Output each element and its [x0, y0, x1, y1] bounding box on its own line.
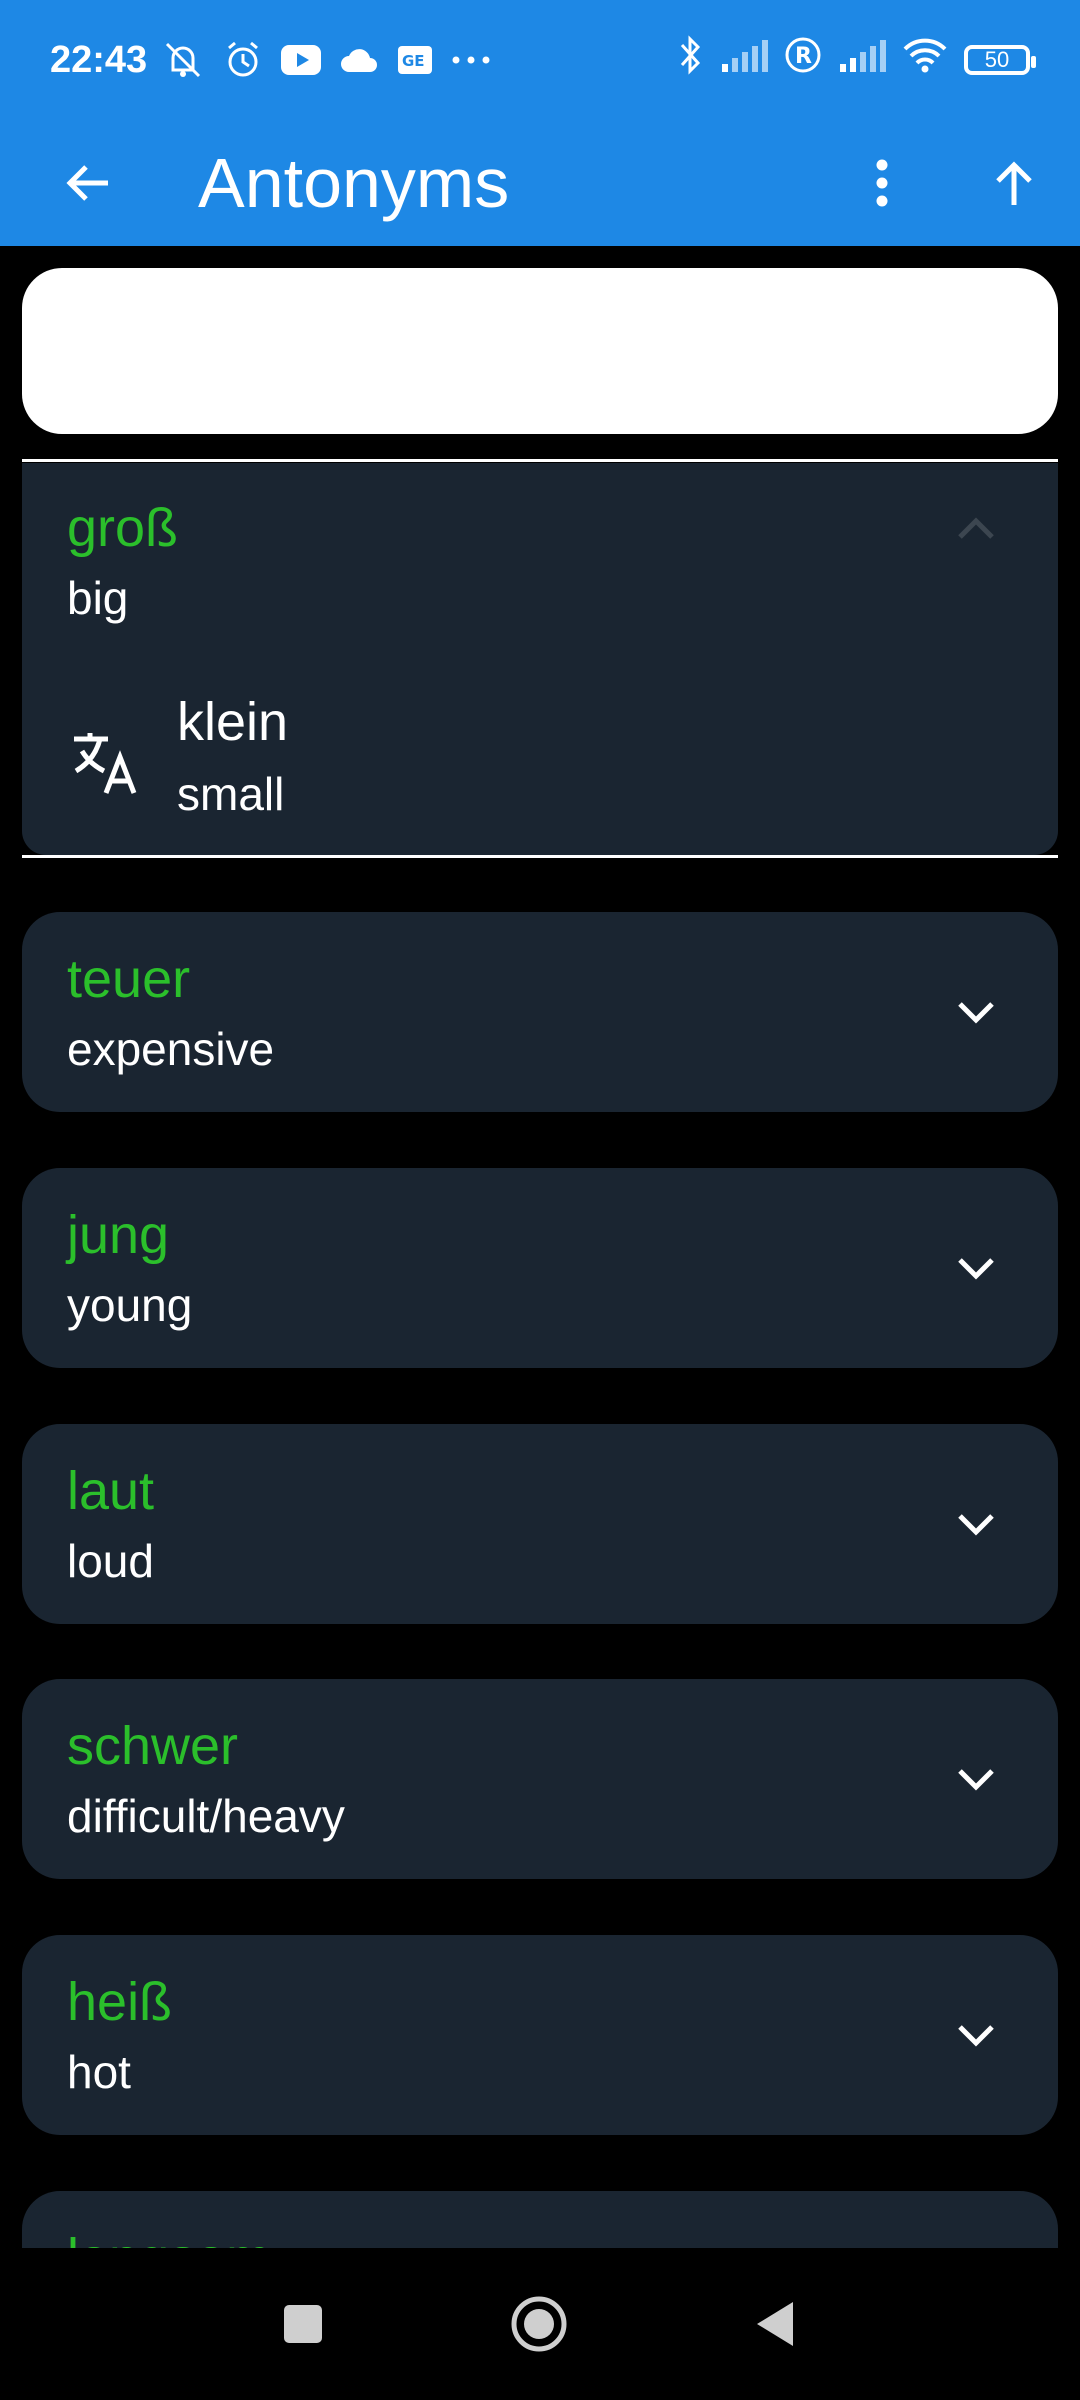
- antonym-meaning: small: [177, 768, 285, 820]
- triangle-back-icon: [757, 2302, 793, 2346]
- chevron-down-icon: [958, 1002, 994, 1024]
- list-item[interactable]: heiß hot: [22, 1935, 1058, 2135]
- divider-top: [22, 459, 1058, 462]
- list-item[interactable]: langsam: [22, 2191, 1058, 2248]
- search-input[interactable]: [22, 268, 1058, 434]
- chevron-down-icon: [958, 2025, 994, 2047]
- collapse-button[interactable]: [946, 499, 1006, 559]
- back-nav-button[interactable]: [735, 2284, 815, 2364]
- chevron-up-icon: [958, 517, 994, 539]
- expand-button[interactable]: [946, 1494, 1006, 1554]
- list-item[interactable]: laut loud: [22, 1424, 1058, 1624]
- expand-button[interactable]: [946, 2005, 1006, 2065]
- list-item[interactable]: schwer difficult/heavy: [22, 1679, 1058, 1879]
- item-word: heiß: [67, 1972, 173, 2032]
- list-item[interactable]: teuer expensive: [22, 912, 1058, 1112]
- item-word: jung: [67, 1205, 170, 1265]
- list-item[interactable]: jung young: [22, 1168, 1058, 1368]
- item-word: laut: [67, 1461, 155, 1521]
- antonym-word: klein: [177, 692, 289, 752]
- divider-bottom: [22, 855, 1058, 858]
- list-item-expanded[interactable]: groß big klein small: [22, 463, 1058, 855]
- square-icon: [284, 2305, 322, 2343]
- chevron-down-icon: [958, 1514, 994, 1536]
- recents-button[interactable]: [263, 2284, 343, 2364]
- item-meaning: loud: [67, 1535, 154, 1587]
- chevron-down-icon: [958, 1258, 994, 1280]
- circle-home-icon: [511, 2296, 567, 2352]
- home-button[interactable]: [499, 2284, 579, 2364]
- system-nav-bar: [0, 2248, 1080, 2400]
- item-word: schwer: [67, 1716, 239, 1776]
- item-meaning: young: [67, 1279, 193, 1331]
- item-meaning: big: [67, 572, 129, 624]
- expand-button[interactable]: [946, 1749, 1006, 1809]
- content-area: groß big klein small teuer expensive jun…: [0, 0, 1080, 2248]
- expand-button[interactable]: [946, 982, 1006, 1042]
- translate-icon: [64, 723, 144, 803]
- item-meaning: hot: [67, 2046, 131, 2098]
- item-word: langsam: [67, 2227, 271, 2248]
- item-word: teuer: [67, 949, 191, 1009]
- item-word: groß: [67, 498, 179, 558]
- item-meaning: difficult/heavy: [67, 1790, 345, 1842]
- expand-button[interactable]: [946, 1238, 1006, 1298]
- chevron-down-icon: [958, 1769, 994, 1791]
- item-meaning: expensive: [67, 1023, 275, 1075]
